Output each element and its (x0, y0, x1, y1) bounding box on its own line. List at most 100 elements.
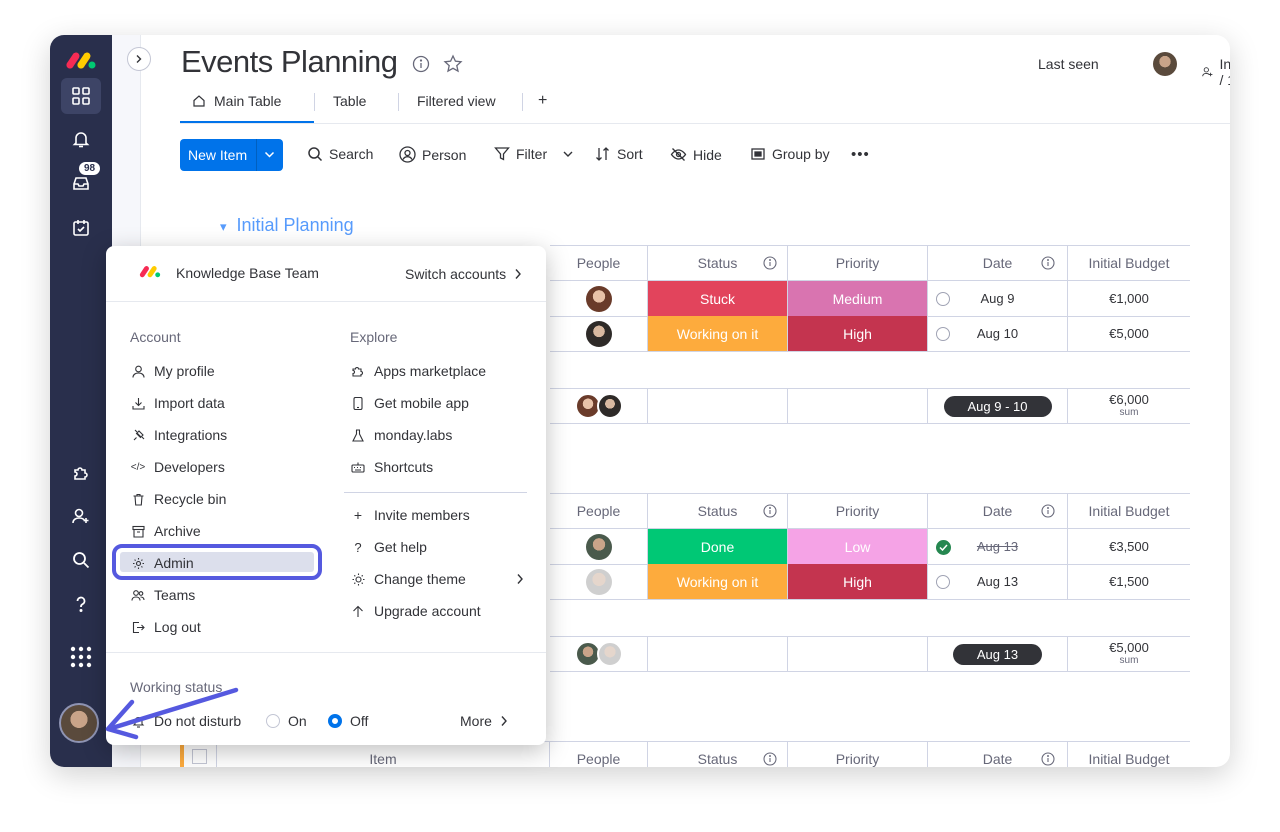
group-title-initial-planning[interactable]: ▾ Initial Planning (220, 215, 354, 236)
chevron-down-icon[interactable]: ▾ (220, 219, 227, 234)
column-header-date[interactable]: Date (928, 493, 1068, 529)
radio-on-circle[interactable] (266, 714, 280, 728)
budget-cell[interactable]: €1,000 (1068, 281, 1190, 317)
column-header-priority[interactable]: Priority (788, 245, 928, 281)
check-done-icon[interactable] (936, 540, 951, 555)
invite-button[interactable]: Invite / 1 (1202, 56, 1230, 88)
priority-cell[interactable]: High (788, 316, 928, 352)
info-icon[interactable] (763, 752, 777, 767)
hide-columns-button[interactable]: Hide (670, 146, 722, 163)
column-header-initial-budget[interactable]: Initial Budget (1068, 741, 1190, 767)
info-icon[interactable] (763, 256, 777, 273)
search-button[interactable]: Search (307, 146, 373, 162)
workspace-grid-icon[interactable] (61, 78, 101, 114)
menu-item-get-help[interactable]: ? Get help (350, 536, 427, 558)
people-cell[interactable] (550, 316, 648, 352)
new-item-button[interactable]: New Item (180, 139, 283, 171)
notifications-bell-icon[interactable] (61, 121, 101, 157)
priority-cell[interactable]: High (788, 564, 928, 600)
budget-cell[interactable]: €3,500 (1068, 529, 1190, 565)
menu-item-my-profile[interactable]: My profile (130, 360, 215, 382)
column-header-date[interactable]: Date (928, 245, 1068, 281)
tab-main-table[interactable]: Main Table (180, 85, 314, 123)
menu-item-shortcuts[interactable]: Shortcuts (350, 456, 433, 478)
column-header-status[interactable]: Status (648, 741, 788, 767)
info-icon[interactable] (763, 504, 777, 521)
date-complete-checkbox[interactable] (936, 292, 950, 306)
apps-dots-grid-icon[interactable] (61, 639, 101, 675)
menu-item-developers[interactable]: </> Developers (130, 456, 225, 478)
invite-user-icon[interactable] (61, 498, 101, 534)
menu-item-log-out[interactable]: Log out (130, 616, 201, 638)
column-header-people[interactable]: People (550, 245, 648, 281)
menu-item-apps-marketplace[interactable]: Apps marketplace (350, 360, 486, 382)
status-cell[interactable]: Done (648, 529, 788, 565)
menu-item-archive[interactable]: Archive (130, 520, 201, 542)
dnd-off-radio[interactable]: Off (328, 710, 368, 732)
board-title[interactable]: Events Planning (181, 44, 398, 80)
date-complete-checkbox[interactable] (936, 327, 950, 341)
select-all-checkbox[interactable] (192, 749, 207, 764)
status-cell[interactable]: Working on it (648, 316, 788, 352)
apps-puzzle-icon[interactable] (61, 454, 101, 490)
column-header-people[interactable]: People (550, 741, 648, 767)
status-cell[interactable]: Stuck (648, 281, 788, 317)
last-seen-avatar[interactable] (1153, 52, 1177, 76)
sun-icon (350, 573, 366, 586)
my-work-calendar-icon[interactable] (61, 210, 101, 246)
info-icon[interactable] (1041, 752, 1055, 767)
date-cell[interactable]: Aug 9 (928, 281, 1068, 317)
help-question-icon[interactable] (61, 586, 101, 622)
menu-item-invite-members[interactable]: + Invite members (350, 504, 470, 526)
budget-cell[interactable]: €5,000 (1068, 316, 1190, 352)
monday-logo-icon[interactable] (61, 43, 101, 79)
priority-cell[interactable]: Medium (788, 281, 928, 317)
switch-accounts-button[interactable]: Switch accounts (405, 266, 522, 282)
date-cell[interactable]: Aug 13 (928, 564, 1068, 600)
filter-button[interactable]: Filter (494, 146, 573, 162)
column-header-people[interactable]: People (550, 493, 648, 529)
tab-table[interactable]: Table (333, 85, 366, 121)
date-cell[interactable]: Aug 13 (928, 529, 1068, 565)
column-header-date[interactable]: Date (928, 741, 1068, 767)
radio-off-circle-selected[interactable] (328, 714, 342, 728)
date-cell[interactable]: Aug 10 (928, 316, 1068, 352)
column-header-status[interactable]: Status (648, 493, 788, 529)
menu-item-integrations[interactable]: Integrations (130, 424, 227, 446)
menu-item-monday-labs[interactable]: monday.labs (350, 424, 452, 446)
dnd-on-radio[interactable]: On (266, 710, 307, 732)
person-filter-button[interactable]: Person (399, 146, 466, 163)
star-favorite-icon[interactable] (443, 54, 463, 79)
menu-item-teams[interactable]: Teams (130, 584, 195, 606)
column-header-priority[interactable]: Priority (788, 741, 928, 767)
column-header-initial-budget[interactable]: Initial Budget (1068, 493, 1190, 529)
info-icon[interactable] (412, 55, 430, 78)
sort-button[interactable]: Sort (595, 146, 643, 162)
column-header-priority[interactable]: Priority (788, 493, 928, 529)
working-status-more-button[interactable]: More (460, 710, 508, 732)
people-cell[interactable] (550, 281, 648, 317)
chevron-down-icon[interactable] (264, 151, 275, 159)
menu-item-get-mobile-app[interactable]: Get mobile app (350, 392, 469, 414)
column-header-initial-budget[interactable]: Initial Budget (1068, 245, 1190, 281)
date-complete-checkbox[interactable] (936, 575, 950, 589)
more-actions-button[interactable]: ••• (851, 146, 870, 163)
info-icon[interactable] (1041, 256, 1055, 273)
column-header-status[interactable]: Status (648, 245, 788, 281)
info-icon[interactable] (1041, 504, 1055, 521)
menu-item-upgrade-account[interactable]: Upgrade account (350, 600, 481, 622)
search-icon[interactable] (61, 542, 101, 578)
menu-item-import-data[interactable]: Import data (130, 392, 225, 414)
people-cell[interactable] (550, 529, 648, 565)
menu-item-recycle-bin[interactable]: Recycle bin (130, 488, 226, 510)
add-view-button[interactable]: + (538, 85, 547, 121)
people-cell[interactable] (550, 564, 648, 600)
menu-item-admin[interactable]: Admin (130, 552, 194, 574)
budget-cell[interactable]: €1,500 (1068, 564, 1190, 600)
priority-cell[interactable]: Low (788, 529, 928, 565)
menu-item-change-theme[interactable]: Change theme (350, 568, 530, 590)
tab-filtered-view[interactable]: Filtered view (417, 85, 496, 121)
group-by-button[interactable]: Group by (750, 146, 830, 162)
user-avatar[interactable] (59, 703, 99, 743)
status-cell[interactable]: Working on it (648, 564, 788, 600)
